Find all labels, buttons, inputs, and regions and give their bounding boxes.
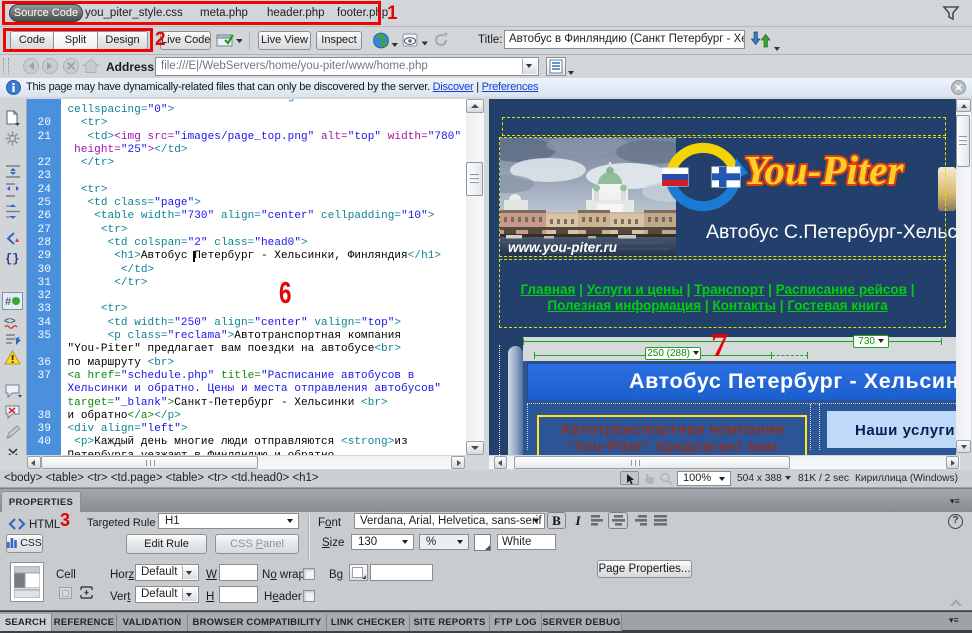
svg-text:#: # [5,296,11,308]
